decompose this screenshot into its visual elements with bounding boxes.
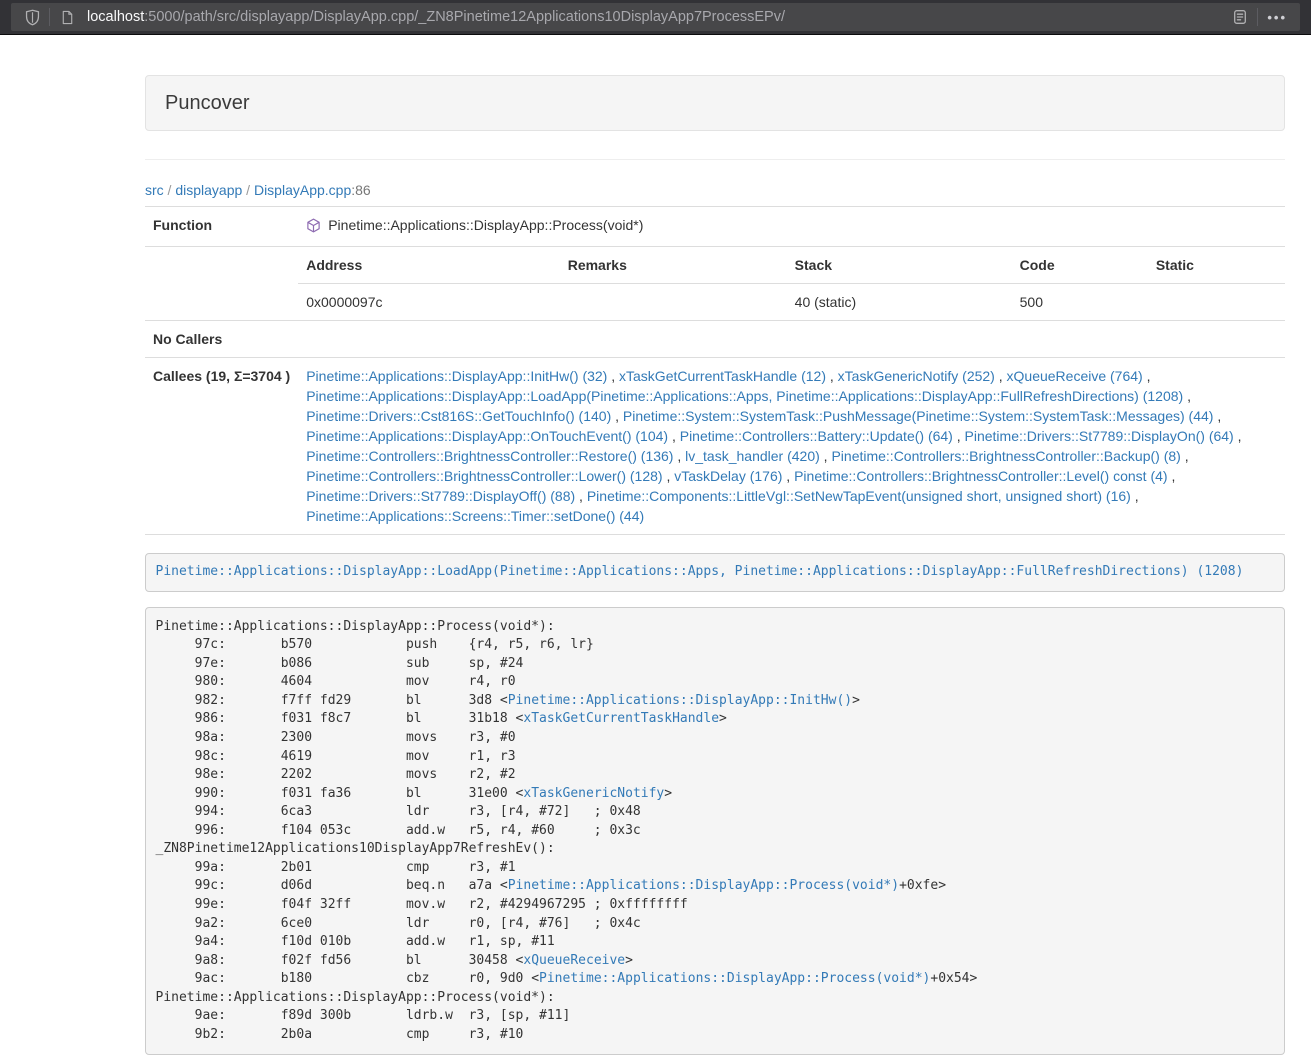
callee-link[interactable]: Pinetime::System::SystemTask::PushMessag… [623,408,1214,424]
function-details-row: Address Remarks Stack Code Static 0x0000… [145,246,1285,320]
address-table: Address Remarks Stack Code Static 0x0000… [298,247,1285,320]
callee-link[interactable]: Pinetime::Controllers::BrightnessControl… [306,468,662,484]
breadcrumb-link[interactable]: DisplayApp.cpp [254,182,351,198]
address-value: 0x0000097c [298,283,559,320]
breadcrumb-link[interactable]: displayapp [175,182,242,198]
breadcrumb: src / displayapp / DisplayApp.cpp:86 [145,180,1285,200]
disassembly-code: Pinetime::Applications::DisplayApp::Proc… [145,607,1285,1055]
shield-icon[interactable] [20,5,44,29]
callee-link[interactable]: Pinetime::Components::LittleVgl::SetNewT… [587,488,1131,504]
disassembly-symbol-link[interactable]: Pinetime::Applications::DisplayApp::Proc… [508,878,899,893]
callee-link[interactable]: Pinetime::Drivers::St7789::DisplayOff() … [306,488,575,504]
callee-link[interactable]: Pinetime::Controllers::BrightnessControl… [306,448,673,464]
disassembly-symbol-link[interactable]: xTaskGetCurrentTaskHandle [523,711,719,726]
breadcrumb-line-number: :86 [351,182,370,198]
static-value [1148,283,1285,320]
page-content: Puncover src / displayapp / DisplayApp.c… [145,75,1285,1055]
callees-row-label: Callees (19, Σ=3704 ) [145,357,298,534]
cube-icon [306,218,321,233]
callee-link[interactable]: Pinetime::Controllers::Battery::Update()… [680,428,953,444]
disassembly-symbol-link[interactable]: xQueueReceive [523,953,625,968]
url-host: localhost [87,9,144,25]
callers-row-label: No Callers [145,320,298,357]
symbol-table: Function Pinetime::Applications::Display… [145,206,1285,535]
address-url[interactable]: localhost:5000/path/src/displayapp/Displ… [87,9,1228,25]
toolbar-divider [1257,8,1258,26]
page-actions-menu-icon[interactable]: ••• [1263,10,1291,25]
callees-list: Pinetime::Applications::DisplayApp::Init… [298,357,1285,534]
callees-row: Callees (19, Σ=3704 ) Pinetime::Applicat… [145,357,1285,534]
callee-link[interactable]: xQueueReceive (764) [1007,368,1143,384]
col-address: Address [298,247,559,284]
stack-value: 40 (static) [787,283,1012,320]
remarks-value [560,283,787,320]
callee-link[interactable]: Pinetime::Controllers::BrightnessControl… [831,448,1180,464]
callee-link[interactable]: Pinetime::Applications::Screens::Timer::… [306,508,644,524]
disassembly-symbol-link[interactable]: xTaskGenericNotify [523,786,664,801]
url-bar[interactable]: localhost:5000/path/src/displayapp/Displ… [11,3,1300,31]
app-title: Puncover [165,92,250,114]
url-path: :5000/path/src/displayapp/DisplayApp.cpp… [144,9,785,25]
callee-link[interactable]: vTaskDelay (176) [674,468,782,484]
col-code: Code [1012,247,1148,284]
callee-link[interactable]: xTaskGenericNotify (252) [838,368,995,384]
divider-rule [145,159,1285,160]
address-table-header: Address Remarks Stack Code Static [298,247,1285,284]
callee-link[interactable]: xTaskGetCurrentTaskHandle (12) [619,368,826,384]
callee-link[interactable]: Pinetime::Applications::DisplayApp::OnTo… [306,428,668,444]
callee-link[interactable]: Pinetime::Applications::DisplayApp::Load… [306,388,1183,404]
app-header-panel: Puncover [145,75,1285,131]
disassembly-symbol-link[interactable]: Pinetime::Applications::DisplayApp::Init… [508,693,852,708]
col-static: Static [1148,247,1285,284]
load-app-snippet: Pinetime::Applications::DisplayApp::Load… [145,553,1285,593]
breadcrumb-separator: / [164,182,176,198]
function-row: Function Pinetime::Applications::Display… [145,207,1285,247]
code-value: 500 [1012,283,1148,320]
function-row-label: Function [145,207,298,247]
function-signature: Pinetime::Applications::DisplayApp::Proc… [328,215,643,235]
callee-link[interactable]: Pinetime::Controllers::BrightnessControl… [794,468,1167,484]
col-remarks: Remarks [560,247,787,284]
callee-link[interactable]: Pinetime::Drivers::St7789::DisplayOn() (… [965,428,1234,444]
page-icon [55,5,79,29]
browser-toolbar: localhost:5000/path/src/displayapp/Displ… [0,0,1311,35]
breadcrumb-separator: / [242,182,254,198]
callee-link[interactable]: Pinetime::Applications::DisplayApp::Init… [306,368,607,384]
breadcrumb-link[interactable]: src [145,182,164,198]
toolbar-divider [49,8,50,26]
load-app-link[interactable]: Pinetime::Applications::DisplayApp::Load… [156,564,1244,579]
address-table-row: 0x0000097c 40 (static) 500 [298,283,1285,320]
callee-link[interactable]: Pinetime::Drivers::Cst816S::GetTouchInfo… [306,408,611,424]
disassembly-symbol-link[interactable]: Pinetime::Applications::DisplayApp::Proc… [539,971,930,986]
col-stack: Stack [787,247,1012,284]
reader-mode-icon[interactable] [1228,5,1252,29]
callee-link[interactable]: lv_task_handler (420) [685,448,820,464]
callers-row: No Callers [145,320,1285,357]
